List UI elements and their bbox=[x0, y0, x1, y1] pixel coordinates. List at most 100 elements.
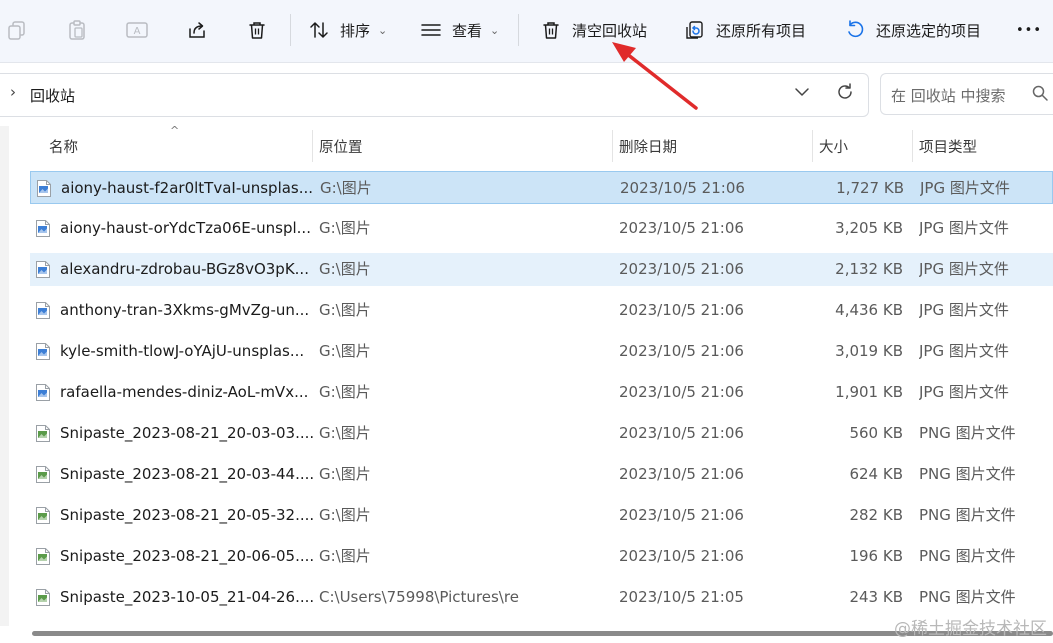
image-file-icon bbox=[35, 301, 51, 324]
restore-all-icon bbox=[686, 21, 703, 39]
copy-button[interactable] bbox=[6, 10, 28, 50]
file-location: G:\图片 bbox=[319, 383, 371, 401]
chevron-down-icon: ⌄ bbox=[378, 23, 388, 37]
view-button[interactable]: 查看 ⌄ bbox=[420, 10, 499, 50]
image-file-icon bbox=[35, 342, 51, 365]
column-divider[interactable] bbox=[912, 130, 913, 162]
address-row: › 回收站 在 回收站 中搜索 bbox=[0, 63, 1053, 125]
table-row[interactable]: Snipaste_2023-08-21_20-03-44.... G:\图片 2… bbox=[30, 458, 1053, 491]
delete-button[interactable] bbox=[246, 10, 268, 50]
breadcrumb-recycle-bin[interactable]: 回收站 bbox=[30, 85, 75, 106]
file-size: 2,132 KB bbox=[835, 260, 903, 278]
file-name: Snipaste_2023-08-21_20-06-05.... bbox=[60, 547, 315, 565]
column-header-deleted[interactable]: 删除日期 bbox=[619, 126, 677, 166]
paste-icon bbox=[69, 20, 85, 40]
chevron-down-icon: ⌄ bbox=[490, 23, 500, 37]
column-divider[interactable] bbox=[612, 130, 613, 162]
column-divider[interactable] bbox=[812, 130, 813, 162]
column-header-location-label: 原位置 bbox=[319, 139, 363, 156]
empty-recycle-bin-button[interactable]: 清空回收站 bbox=[540, 10, 647, 50]
file-deleted-date: 2023/10/5 21:06 bbox=[619, 342, 744, 360]
sort-ascending-icon: ^ bbox=[170, 124, 180, 137]
file-type: PNG 图片文件 bbox=[919, 465, 1016, 483]
column-header-size-label: 大小 bbox=[819, 139, 848, 156]
refresh-icon[interactable] bbox=[835, 82, 855, 106]
table-row[interactable]: kyle-smith-tlowJ-oYAjU-unsplas... G:\图片 … bbox=[30, 335, 1053, 368]
file-type: JPG 图片文件 bbox=[919, 260, 1009, 278]
column-header-location[interactable]: 原位置 bbox=[319, 126, 363, 166]
file-name: Snipaste_2023-08-21_20-03-44.... bbox=[60, 465, 315, 483]
table-row[interactable]: anthony-tran-3Xkms-gMvZg-un... G:\图片 202… bbox=[30, 294, 1053, 327]
restore-all-button[interactable]: 还原所有项目 bbox=[684, 10, 806, 50]
rename-button[interactable]: A bbox=[125, 10, 149, 50]
file-size: 1,901 KB bbox=[835, 383, 903, 401]
file-deleted-date: 2023/10/5 21:05 bbox=[619, 588, 744, 606]
table-row[interactable]: Snipaste_2023-08-21_20-06-05.... G:\图片 2… bbox=[30, 540, 1053, 573]
sort-button[interactable]: 排序 ⌄ bbox=[308, 10, 387, 50]
image-file-icon bbox=[35, 465, 51, 488]
column-header-deleted-label: 删除日期 bbox=[619, 139, 677, 156]
navigation-pane-edge bbox=[0, 126, 9, 626]
restore-icon bbox=[848, 20, 864, 38]
search-input[interactable]: 在 回收站 中搜索 bbox=[880, 73, 1053, 115]
share-icon bbox=[189, 22, 205, 38]
column-header-name[interactable]: 名称 bbox=[49, 126, 78, 166]
trash-icon bbox=[543, 22, 559, 39]
rename-icon: A bbox=[126, 22, 148, 38]
file-location: G:\图片 bbox=[319, 506, 371, 524]
file-name: kyle-smith-tlowJ-oYAjU-unsplas... bbox=[60, 342, 305, 360]
file-type: JPG 图片文件 bbox=[919, 219, 1009, 237]
address-bar[interactable]: › 回收站 bbox=[0, 73, 869, 117]
file-size: 196 KB bbox=[849, 547, 903, 565]
file-deleted-date: 2023/10/5 21:06 bbox=[619, 465, 744, 483]
table-row[interactable]: aiony-haust-f2ar0ltTvaI-unsplas... G:\图片… bbox=[30, 171, 1053, 204]
file-location: G:\图片 bbox=[320, 179, 372, 197]
image-file-icon bbox=[35, 506, 51, 529]
file-type: JPG 图片文件 bbox=[919, 383, 1009, 401]
file-type: JPG 图片文件 bbox=[919, 342, 1009, 360]
file-type: PNG 图片文件 bbox=[919, 588, 1016, 606]
sort-icon bbox=[310, 22, 328, 38]
file-name: alexandru-zdrobau-BGz8vO3pK... bbox=[60, 260, 309, 278]
file-size: 3,019 KB bbox=[835, 342, 903, 360]
empty-recycle-bin-label: 清空回收站 bbox=[572, 21, 648, 40]
table-row[interactable]: rafaella-mendes-diniz-AoL-mVx... G:\图片 2… bbox=[30, 376, 1053, 409]
file-location: G:\图片 bbox=[319, 424, 371, 442]
table-row[interactable]: Snipaste_2023-10-05_21-04-26.... C:\User… bbox=[30, 581, 1053, 614]
column-header-size[interactable]: 大小 bbox=[819, 126, 848, 166]
file-name: rafaella-mendes-diniz-AoL-mVx... bbox=[60, 383, 309, 401]
command-bar: A 排序 ⌄ 查看 ⌄ 清空回收站 还原所有项目 还原选定的项目 ••• bbox=[0, 0, 1053, 63]
file-list-pane: 名称 ^ 原位置 删除日期 大小 项目类型 aiony-haust-f2ar0l… bbox=[0, 124, 1053, 643]
file-deleted-date: 2023/10/5 21:06 bbox=[619, 424, 744, 442]
file-location: G:\图片 bbox=[319, 219, 371, 237]
more-options-button[interactable]: ••• bbox=[1016, 10, 1042, 50]
table-row[interactable]: Snipaste_2023-08-21_20-05-32.... G:\图片 2… bbox=[30, 499, 1053, 532]
column-divider[interactable] bbox=[312, 130, 313, 162]
restore-selected-button[interactable]: 还原选定的项目 bbox=[844, 10, 981, 50]
table-row[interactable]: Snipaste_2023-08-21_20-03-03.... G:\图片 2… bbox=[30, 417, 1053, 450]
toolbar-divider bbox=[518, 14, 519, 46]
share-button[interactable] bbox=[186, 10, 208, 50]
restore-selected-label: 还原选定的项目 bbox=[876, 21, 982, 40]
chevron-right-icon[interactable]: › bbox=[10, 83, 16, 101]
more-options-icon: ••• bbox=[1016, 22, 1043, 38]
file-name: anthony-tran-3Xkms-gMvZg-un... bbox=[60, 301, 310, 319]
address-dropdown-icon[interactable] bbox=[794, 82, 810, 106]
file-deleted-date: 2023/10/5 21:06 bbox=[619, 219, 744, 237]
image-file-icon bbox=[35, 219, 51, 242]
table-row[interactable]: alexandru-zdrobau-BGz8vO3pK... G:\图片 202… bbox=[30, 253, 1053, 286]
file-type: PNG 图片文件 bbox=[919, 424, 1016, 442]
file-type: PNG 图片文件 bbox=[919, 547, 1016, 565]
table-row[interactable]: aiony-haust-orYdcTza06E-unspl... G:\图片 2… bbox=[30, 212, 1053, 245]
image-file-icon bbox=[35, 260, 51, 283]
file-type: JPG 图片文件 bbox=[920, 179, 1010, 197]
file-size: 282 KB bbox=[849, 506, 903, 524]
column-header-type[interactable]: 项目类型 bbox=[919, 126, 977, 166]
view-label: 查看 bbox=[452, 21, 483, 40]
file-deleted-date: 2023/10/5 21:06 bbox=[620, 179, 745, 197]
search-placeholder: 在 回收站 中搜索 bbox=[891, 87, 1006, 105]
paste-button[interactable] bbox=[66, 10, 88, 50]
file-location: G:\图片 bbox=[319, 301, 371, 319]
file-deleted-date: 2023/10/5 21:06 bbox=[619, 260, 744, 278]
column-header-name-label: 名称 bbox=[49, 139, 78, 156]
